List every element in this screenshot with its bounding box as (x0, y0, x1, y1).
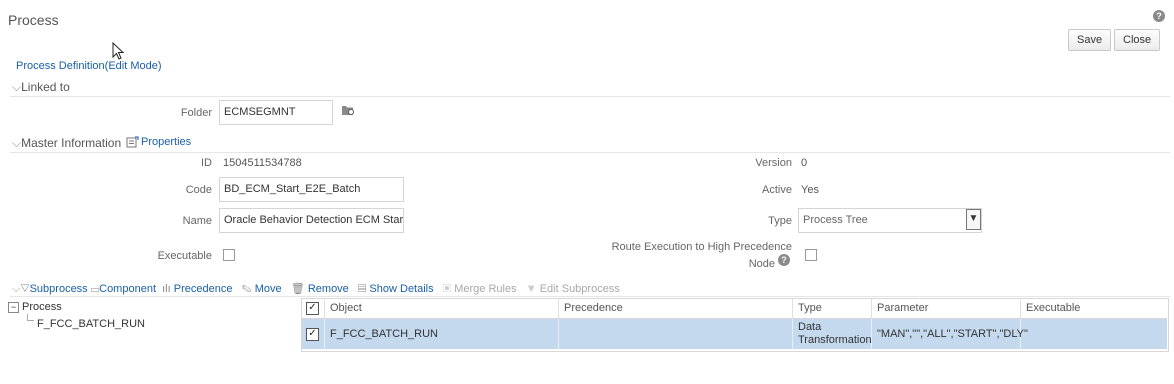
merge-rules-button[interactable]: Merge Rules (454, 283, 516, 295)
tree-root-process[interactable]: Process (22, 301, 62, 313)
help-icon[interactable]: ? (778, 254, 790, 266)
chevron-down-icon: ⌵ (12, 136, 22, 150)
move-button[interactable]: Move (255, 283, 282, 295)
column-header-type[interactable]: Type (793, 299, 872, 318)
show-details-button[interactable]: Show Details (369, 283, 433, 295)
name-field[interactable]: Oracle Behavior Detection ECM Start E (219, 208, 404, 233)
process-toolbar: ⌵▽Subprocess ▭Component ılı Precedence ✎… (12, 282, 620, 296)
component-icon: ▭ (90, 283, 100, 295)
page-title: Process (8, 12, 59, 28)
linked-to-section-header[interactable]: ⌵Linked to (12, 80, 70, 95)
type-select[interactable]: Process Tree (798, 208, 982, 233)
master-information-label: Master Information (21, 136, 122, 150)
save-button[interactable]: Save (1068, 29, 1112, 51)
divider (10, 152, 1170, 153)
remove-icon: 🗑 (290, 283, 305, 295)
table-row[interactable]: ✓ F_FCC_BATCH_RUN Data Transformation "M… (302, 319, 1167, 349)
id-value: 1504511534788 (223, 157, 302, 169)
name-label: Name (182, 215, 212, 227)
code-field[interactable]: BD_ECM_Start_E2E_Batch (219, 177, 404, 202)
tree-connector (27, 314, 34, 321)
column-header-precedence[interactable]: Precedence (559, 299, 793, 318)
properties-link[interactable]: Properties (141, 136, 191, 148)
cursor-arrow-icon (112, 42, 125, 60)
cell-parameter: "MAN","","ALL","START","DLY" (872, 319, 1028, 349)
row-select-cell: ✓ (302, 319, 325, 349)
properties-icon (126, 136, 139, 148)
executable-label: Executable (157, 250, 212, 262)
close-button[interactable]: Close (1114, 29, 1161, 51)
master-information-section-header[interactable]: ⌵Master Information (12, 136, 121, 151)
edit-subprocess-button[interactable]: Edit Subprocess (540, 283, 620, 295)
type-select-value: Process Tree (803, 214, 868, 226)
subprocess-button[interactable]: Subprocess (30, 283, 88, 295)
cell-executable (1021, 319, 1167, 349)
route-execution-label-node: Node (748, 258, 775, 270)
linked-to-label: Linked to (21, 80, 70, 94)
tree-collapse-icon[interactable]: − (8, 302, 19, 313)
cell-object: F_FCC_BATCH_RUN (325, 319, 559, 349)
type-label: Type (768, 215, 792, 227)
column-header-parameter[interactable]: Parameter (872, 299, 1021, 318)
route-execution-label: Route Execution to High Precedence (611, 241, 792, 253)
breadcrumb[interactable]: Process Definition(Edit Mode) (16, 60, 162, 72)
merge-rules-icon: ▣ (442, 283, 452, 295)
select-all-header: ✓ (302, 299, 325, 318)
filter-icon: ▽ (20, 283, 30, 295)
tree-node-f-fcc-batch-run[interactable]: F_FCC_BATCH_RUN (37, 318, 145, 330)
column-header-executable[interactable]: Executable (1021, 299, 1167, 318)
version-value: 0 (801, 157, 808, 169)
column-header-object[interactable]: Object (325, 299, 559, 318)
edit-subprocess-icon: ▼ (525, 283, 537, 295)
folder-field[interactable]: ECMSEGMNT (219, 100, 333, 125)
select-all-checkbox[interactable]: ✓ (306, 302, 319, 315)
dropdown-arrow-icon[interactable]: ▼ (966, 209, 981, 230)
remove-button[interactable]: Remove (308, 283, 349, 295)
folder-browse-icon[interactable] (341, 104, 355, 116)
cell-type-line-2: Transformation (798, 334, 872, 346)
divider (10, 296, 1170, 297)
move-icon: ✎ (241, 283, 252, 295)
divider (10, 96, 1170, 97)
component-button[interactable]: Component (99, 283, 156, 295)
row-checkbox[interactable]: ✓ (306, 327, 319, 341)
route-execution-checkbox[interactable] (805, 249, 817, 261)
show-details-icon: ▤ (357, 283, 367, 295)
id-label: ID (201, 157, 212, 169)
precedence-button[interactable]: Precedence (174, 283, 233, 295)
active-label: Active (762, 184, 792, 196)
active-value: Yes (801, 184, 819, 196)
subprocess-table: ✓ Object Precedence Type Parameter Execu… (301, 298, 1169, 352)
executable-checkbox[interactable] (223, 249, 235, 261)
cell-precedence (559, 319, 793, 349)
code-label: Code (185, 184, 212, 196)
chevron-down-icon: ⌵ (12, 80, 22, 94)
precedence-icon: ılı (162, 283, 171, 295)
help-icon[interactable]: ? (1153, 10, 1165, 22)
version-label: Version (755, 157, 792, 169)
folder-label: Folder (180, 107, 212, 119)
cell-type-line-1: Data (798, 321, 822, 333)
cell-type: Data Transformation (793, 319, 872, 349)
